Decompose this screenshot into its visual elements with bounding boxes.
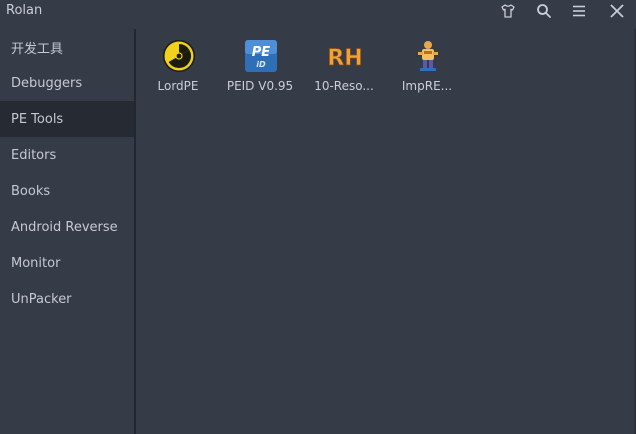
tool-tile-peid[interactable]: PE iD PEID V0.95 <box>218 37 302 99</box>
menu-button[interactable] <box>567 0 591 22</box>
sidebar-item-label: Editors <box>11 147 57 163</box>
tool-label: PEID V0.95 <box>226 79 294 93</box>
sidebar-item-label: Debuggers <box>11 75 83 91</box>
title-bar: Rolan <box>0 0 636 24</box>
sidebar-item-monitor[interactable]: Monitor <box>0 245 134 281</box>
imprec-icon <box>418 41 438 71</box>
radiation-icon <box>163 40 195 72</box>
sidebar-item-label: Monitor <box>11 255 61 271</box>
sidebar-item-editors[interactable]: Editors <box>0 137 134 173</box>
close-button[interactable] <box>605 0 629 22</box>
tools-grid: LordPE PE iD PEID V0.95 RH 10-Reso... Im… <box>136 29 636 434</box>
tool-label: LordPE <box>157 79 199 93</box>
app-window: Rolan 开发工具 Debuggers PE Tools Editors Bo… <box>0 0 636 434</box>
tool-tile-resource-hacker[interactable]: RH 10-Reso... <box>302 37 386 99</box>
svg-text:RH: RH <box>328 46 362 71</box>
tool-tile-imprec[interactable]: ImpRE... <box>385 37 469 99</box>
sidebar-item-label: Android Reverse <box>11 219 118 235</box>
shirt-icon <box>501 4 515 18</box>
sidebar-item-label: 开发工具 <box>11 41 64 57</box>
tool-tile-lordpe[interactable]: LordPE <box>136 37 220 99</box>
search-button[interactable] <box>532 0 556 22</box>
svg-text:iD: iD <box>256 60 266 69</box>
sidebar-item-unpacker[interactable]: UnPacker <box>0 281 134 317</box>
search-icon <box>537 4 551 18</box>
close-icon <box>610 4 624 18</box>
tool-label: 10-Reso... <box>314 79 374 93</box>
skin-button[interactable] <box>496 0 520 22</box>
sidebar-item-android-reverse[interactable]: Android Reverse <box>0 209 134 245</box>
svg-text:PE: PE <box>252 45 271 60</box>
menu-icon <box>573 5 585 17</box>
peid-icon: PE iD <box>245 40 277 72</box>
category-sidebar: 开发工具 Debuggers PE Tools Editors Books An… <box>0 29 134 434</box>
rh-icon: RH <box>328 46 362 72</box>
window-title: Rolan <box>6 3 43 18</box>
sidebar-item-books[interactable]: Books <box>0 173 134 209</box>
sidebar-item-label: UnPacker <box>11 291 72 307</box>
tool-label: ImpRE... <box>401 79 453 93</box>
sidebar-item-dev-tools[interactable]: 开发工具 <box>0 29 134 65</box>
sidebar-item-pe-tools[interactable]: PE Tools <box>0 101 134 137</box>
sidebar-item-label: Books <box>11 183 51 199</box>
sidebar-item-label: PE Tools <box>11 111 64 127</box>
sidebar-item-debuggers[interactable]: Debuggers <box>0 65 134 101</box>
